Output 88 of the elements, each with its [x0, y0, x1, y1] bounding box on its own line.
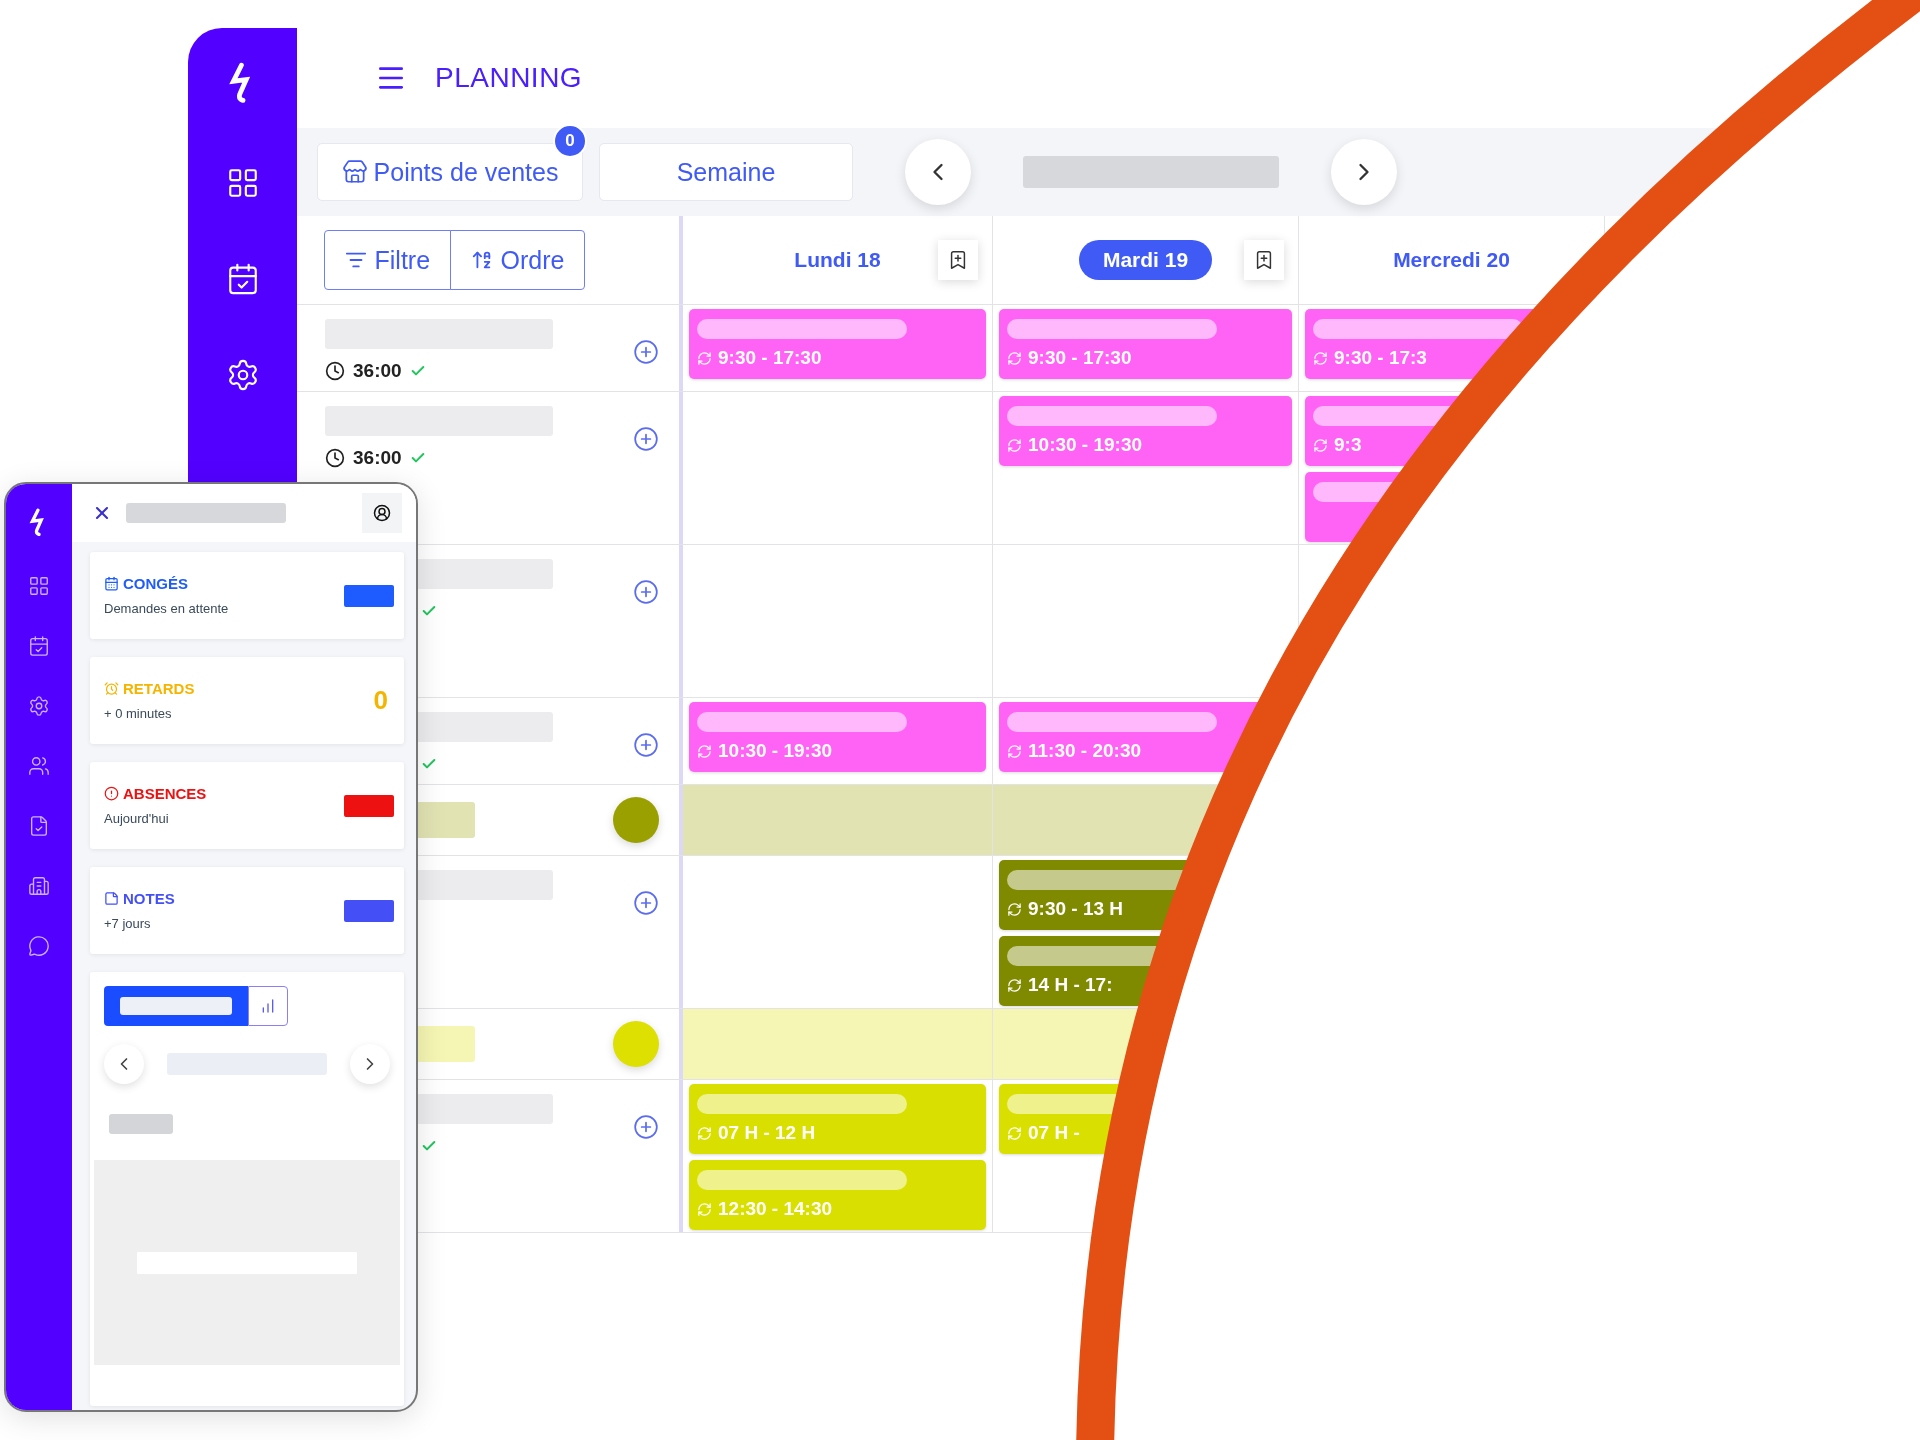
alert-icon: [104, 786, 119, 801]
calendar-icon: [104, 576, 119, 591]
weekly-hours: 36:00: [353, 447, 402, 469]
alarm-clock-icon: [104, 681, 119, 696]
delay-count: 0: [373, 685, 388, 716]
bookmark-button[interactable]: [1244, 240, 1284, 280]
building-icon[interactable]: [28, 874, 50, 897]
status-block: [344, 899, 394, 922]
shift-time: 9:3: [1334, 434, 1362, 456]
shift-time: 9:30 - 13 H: [1028, 898, 1124, 920]
status-block: [344, 794, 394, 817]
plus-icon: [633, 579, 659, 605]
shift-time: 07 H -: [1028, 1122, 1080, 1144]
store-icon: [341, 159, 368, 185]
clock-icon: [325, 448, 345, 468]
weekly-hours: 36:00: [353, 360, 402, 382]
refresh-icon: [1007, 977, 1022, 993]
card-subtitle: + 0 minutes: [104, 706, 173, 721]
shift-block[interactable]: 10:30 - 19:30: [689, 702, 986, 772]
shift-time: 10:30 - 19:30: [1028, 434, 1143, 456]
add-shift-button[interactable]: [633, 339, 659, 365]
profile-button[interactable]: [362, 493, 402, 533]
user-icon: [373, 504, 391, 522]
shift-time: 10:30 - 19:30: [718, 740, 833, 762]
plus-icon: [633, 1114, 659, 1140]
shift-time: 11:30 - 20:30: [1028, 740, 1142, 762]
add-shift-button[interactable]: [633, 732, 659, 758]
bar-chart-icon: [260, 998, 276, 1014]
note-icon: [104, 891, 119, 906]
refresh-icon: [697, 1201, 712, 1217]
refresh-icon: [1007, 743, 1022, 759]
card-subtitle: Demandes en attente: [104, 601, 229, 616]
summary-card[interactable]: ABSENCES Aujourd'hui: [90, 762, 404, 849]
shift-time: 9:30 - 17:30: [1028, 347, 1132, 369]
refresh-icon: [1007, 901, 1022, 917]
shift-time: 9:30 - 17:30: [718, 347, 822, 369]
label-placeholder: [109, 1114, 173, 1134]
dashboard-icon[interactable]: [28, 574, 50, 597]
card-title: RETARDS: [123, 680, 195, 697]
card-title: NOTES: [123, 890, 175, 907]
plus-icon: [633, 732, 659, 758]
shift-block[interactable]: 9:30 - 17:30: [689, 309, 986, 379]
refresh-icon: [697, 350, 712, 366]
shift-time: 07 H - 12 H: [718, 1122, 816, 1144]
refresh-icon: [1007, 437, 1022, 453]
shift-block[interactable]: 10:30 - 19:30: [999, 396, 1292, 466]
view-button[interactable]: Semaine: [599, 143, 853, 201]
shift-block[interactable]: 9:30 - 17:30: [999, 309, 1292, 379]
shift-time: 12:30 - 14:30: [718, 1198, 833, 1220]
chat-icon[interactable]: [28, 934, 50, 957]
page-title: PLANNING: [435, 62, 583, 94]
filter-button[interactable]: Filtre: [323, 230, 452, 290]
summary-card[interactable]: RETARDS + 0 minutes 0: [90, 657, 404, 744]
status-block: [344, 584, 394, 607]
day-tab[interactable]: Mercredi 20: [1369, 240, 1534, 280]
bookmark-button[interactable]: [938, 240, 978, 280]
refresh-icon: [1007, 350, 1022, 366]
refresh-icon: [697, 1125, 712, 1141]
shift-time: 14 H - 17:: [1028, 974, 1113, 996]
refresh-icon: [697, 743, 712, 759]
sort-button[interactable]: Ordre: [449, 230, 586, 290]
plus-icon: [633, 890, 659, 916]
card-title: CONGÉS: [123, 575, 188, 592]
summary-card[interactable]: NOTES +7 jours: [90, 867, 404, 954]
settings-icon[interactable]: [28, 694, 50, 717]
day-tab[interactable]: Mardi 19: [1078, 240, 1213, 280]
summary-card[interactable]: CONGÉS Demandes en attente: [90, 552, 404, 639]
day-tab[interactable]: Lundi 18: [770, 240, 905, 280]
refresh-icon: [1007, 1125, 1022, 1141]
users-icon[interactable]: [28, 754, 50, 777]
period-tab[interactable]: [104, 986, 248, 1026]
card-title: ABSENCES: [123, 785, 207, 802]
add-shift-button[interactable]: [633, 890, 659, 916]
card-subtitle: Aujourd'hui: [104, 811, 170, 826]
chart-tab[interactable]: [248, 986, 288, 1026]
document-icon[interactable]: [28, 814, 50, 837]
refresh-icon: [1313, 350, 1328, 366]
add-shift-button[interactable]: [633, 426, 659, 452]
refresh-icon: [1313, 437, 1328, 453]
shift-time: 9:30 - 17:3: [1334, 347, 1427, 369]
add-shift-button[interactable]: [633, 579, 659, 605]
calendar-icon[interactable]: [28, 634, 50, 657]
plus-icon: [633, 339, 659, 365]
add-shift-button[interactable]: [633, 1114, 659, 1140]
clock-icon: [325, 361, 345, 381]
sort-icon: [470, 249, 493, 271]
card-subtitle: +7 jours: [104, 916, 152, 931]
plus-icon: [633, 426, 659, 452]
